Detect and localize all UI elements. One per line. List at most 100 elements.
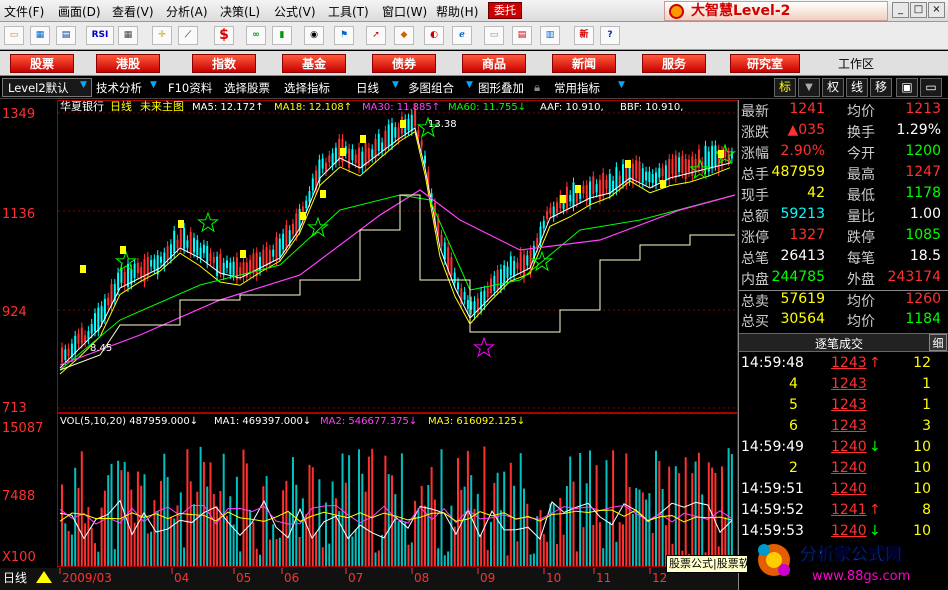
quote-label: 内盘 [741,272,769,288]
trade-button[interactable]: 委托 [488,2,522,19]
kline-chart[interactable]: 华夏银行 日线 未来主图 MA5: 12.172↑ MA18: 12.108↑ … [0,100,738,590]
close-button[interactable]: × [928,2,945,18]
candle-body [285,225,288,249]
candle-body [305,200,308,209]
sound-icon[interactable]: ◐ [424,26,444,45]
tick-time: 2 [789,460,798,476]
candle-body [417,130,420,137]
quote-value: 1.00 [909,206,941,222]
candle-body [499,269,502,289]
binoculars-icon[interactable]: ◉ [304,26,324,45]
menu-formula[interactable]: 公式(V) [274,3,316,20]
quote-row: 总笔 26413 每笔 18.5 [739,248,948,269]
menu-bar: 文件(F) 画面(D) 查看(V) 分析(A) 决策(L) 公式(V) 工具(T… [0,0,948,22]
tab-settings-icon[interactable]: ▼ [798,78,820,97]
panel-close-icon[interactable]: ▭ [920,78,942,97]
date-tick-label: 2009/03 [62,571,112,585]
date-tick-label: 11 [596,571,611,585]
help-icon[interactable]: ? [600,26,620,45]
candle-body [664,165,667,181]
candle-body [397,127,400,140]
candle-body [278,238,281,257]
cat-service[interactable]: 服务 [642,54,706,73]
open-icon[interactable]: ▭ [4,26,24,45]
tech-analysis-button[interactable]: 技术分析 [96,80,142,96]
tab-move[interactable]: 移 [870,78,892,97]
menu-file[interactable]: 文件(F) [4,3,44,20]
crosshair-icon[interactable]: ✛ [152,26,172,45]
aaf-label: AAF: 10.910, [540,102,604,113]
diamond-icon[interactable]: ◆ [394,26,414,45]
candle-body [232,261,235,276]
price-tick-high: 1349 [2,107,35,122]
menu-decision[interactable]: 决策(L) [220,3,260,20]
tab-line[interactable]: 线 [846,78,868,97]
new-icon[interactable]: 新 [574,26,594,45]
window-icon[interactable]: ▥ [540,26,560,45]
candle-body [74,335,77,354]
tick-header-title: 逐笔成交 [815,337,864,351]
rsi-icon[interactable]: RSI [86,26,114,45]
lock-icon[interactable]: 🔒︎ [534,80,540,95]
cat-bond[interactable]: 债券 [372,54,436,73]
cat-news[interactable]: 新闻 [552,54,616,73]
restore-button[interactable]: □ [910,2,927,18]
overlay-button[interactable]: 图形叠加 [478,80,524,96]
candle-body [536,238,539,248]
grid-icon[interactable]: ▦ [118,26,138,45]
flag-icon[interactable]: ⚑ [334,26,354,45]
cat-index[interactable]: 指数 [192,54,256,73]
multi-chart-button[interactable]: 多图组合 [408,80,454,96]
bars-icon[interactable]: ▮ [272,26,292,45]
sub-toolbar: Level2默认 ▼ 技术分析 ▼ F10资料 选择股票 选择指标 日线 ▼ 多… [0,77,948,99]
ie-icon[interactable]: ℯ [452,26,472,45]
quote-value: 1.29% [896,122,941,138]
tick-volume: 1 [922,376,931,392]
workzone-label[interactable]: 工作区 [838,55,874,72]
candle-body [622,164,624,184]
glasses-icon[interactable]: ∞ [246,26,266,45]
common-indicator-button[interactable]: 常用指标 [554,80,600,96]
menu-help[interactable]: 帮助(H) [436,3,478,20]
flag-marker-icon [400,120,406,128]
f10-button[interactable]: F10资料 [168,80,212,96]
chart-icon[interactable]: ▦ [30,26,50,45]
minimize-button[interactable]: _ [892,2,909,18]
tab-rights[interactable]: 权 [822,78,844,97]
cat-research[interactable]: 研究室 [730,54,800,73]
menu-analysis[interactable]: 分析(A) [166,3,208,20]
tick-detail-tab[interactable]: 细 [929,334,947,351]
menu-window[interactable]: 窗口(W) [382,3,427,20]
cat-commodity[interactable]: 商品 [462,54,526,73]
screen-icon[interactable]: ▤ [56,26,76,45]
flag-marker-icon [340,148,346,156]
menu-view[interactable]: 查看(V) [112,3,154,20]
candle-body [189,232,192,253]
candle-body [384,130,387,151]
period-button[interactable]: 日线 [356,80,379,96]
select-stock-button[interactable]: 选择股票 [224,80,270,96]
select-indicator-button[interactable]: 选择指标 [284,80,330,96]
cat-stocks[interactable]: 股票 [10,54,74,73]
cat-fund[interactable]: 基金 [282,54,346,73]
candle-body [354,154,357,164]
menu-view-screen[interactable]: 画面(D) [58,3,101,20]
note-icon[interactable]: ▤ [512,26,532,45]
candle-body [242,262,245,278]
date-tick-label: 09 [480,571,495,585]
watermark-url: www.88gs.com [812,569,910,584]
quote-label: 最高 [847,167,875,183]
arrow-icon[interactable]: ➚ [366,26,386,45]
dollar-icon[interactable]: $ [214,26,234,45]
news-icon[interactable]: ▭ [484,26,504,45]
vol-label: VOL(5,10,20) 487959.000↓ [60,416,198,427]
cat-hk[interactable]: 港股 [96,54,160,73]
tab-mark[interactable]: 标 [774,78,796,97]
panel-toggle-icon[interactable]: ▣ [896,78,918,97]
quote-label: 每笔 [847,251,875,267]
ruler-icon[interactable]: ⟋ [178,26,198,45]
candle-body [565,186,568,209]
tick-price: 1240 [831,439,867,455]
menu-tools[interactable]: 工具(T) [328,3,369,20]
candle-body [179,229,182,248]
